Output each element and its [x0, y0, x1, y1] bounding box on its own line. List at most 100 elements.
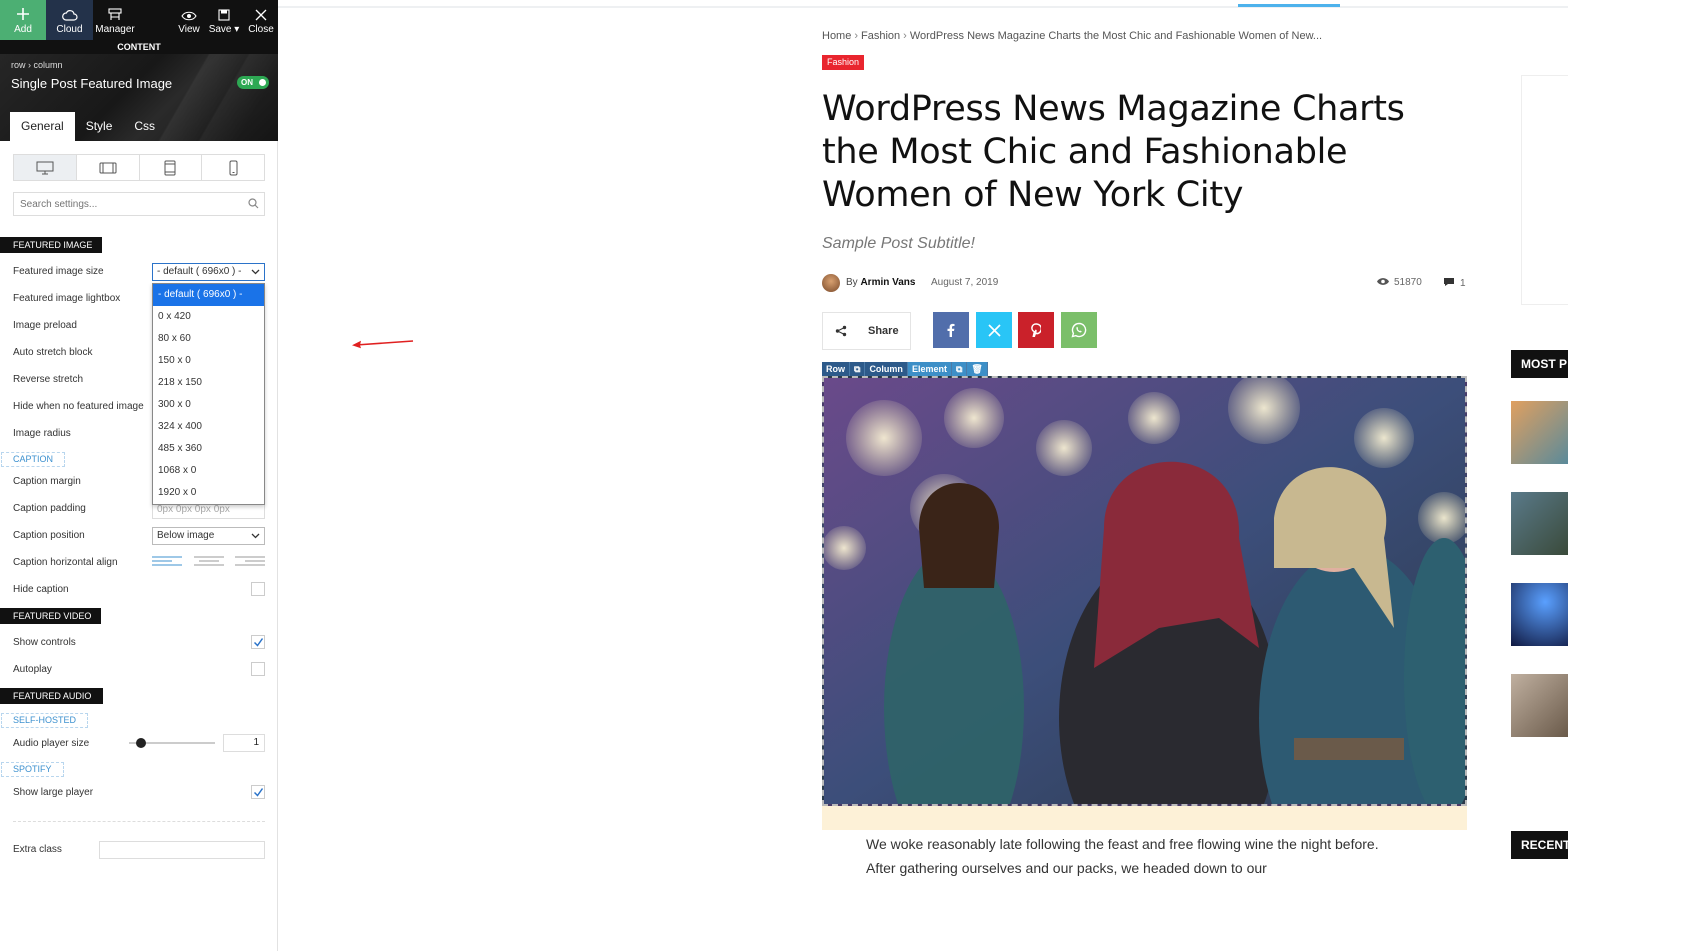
row-copy-icon[interactable]: ⧉	[850, 362, 866, 376]
share-box[interactable]: Share	[822, 312, 911, 350]
hide-no-featured-image-label: Hide when no featured image	[13, 401, 144, 412]
caption-position-label: Caption position	[13, 530, 85, 541]
align-right-icon[interactable]	[235, 556, 265, 568]
cloud-label: Cloud	[56, 24, 83, 35]
whatsapp-share-button[interactable]	[1061, 312, 1097, 348]
audio-size-input[interactable]: 1	[223, 734, 265, 752]
autoplay-checkbox[interactable]	[251, 662, 265, 676]
caption-position-value: Below image	[157, 530, 215, 541]
pinterest-share-button[interactable]	[1018, 312, 1054, 348]
settings-sidebar: Add Cloud Manager View Save ▾ Close CONT…	[0, 0, 278, 951]
element-breadcrumb[interactable]: row › column	[11, 60, 63, 70]
save-icon	[218, 9, 230, 21]
tab-general[interactable]: General	[10, 112, 75, 141]
breadcrumb-home[interactable]: Home	[822, 30, 851, 42]
size-option[interactable]: - default ( 696x0 ) -	[153, 284, 264, 306]
author-name[interactable]: Armin Vans	[860, 277, 915, 288]
popular-thumb[interactable]	[1511, 401, 1568, 464]
extra-class-label: Extra class	[13, 844, 62, 855]
featured-image-size-label: Featured image size	[13, 266, 104, 277]
toggle-knob	[259, 79, 266, 86]
popular-thumb[interactable]	[1511, 492, 1568, 555]
search-settings-input[interactable]	[13, 192, 265, 216]
view-count: 51870	[1376, 277, 1422, 288]
add-label: Add	[14, 24, 32, 35]
featured-image-heading: FEATURED IMAGE	[0, 237, 102, 253]
size-option[interactable]: 80 x 60	[153, 328, 264, 350]
category-badge[interactable]: Fashion	[822, 55, 865, 70]
autoplay-label: Autoplay	[13, 664, 52, 675]
hide-caption-checkbox[interactable]	[251, 582, 265, 596]
tab-style[interactable]: Style	[75, 112, 124, 141]
eye-icon	[1377, 278, 1389, 285]
show-controls-checkbox[interactable]	[251, 635, 265, 649]
size-option[interactable]: 1068 x 0	[153, 460, 264, 482]
toggle-label: ON	[241, 78, 253, 87]
caption-position-select[interactable]: Below image	[152, 527, 265, 545]
device-phone[interactable]	[202, 155, 264, 180]
x-share-button[interactable]	[976, 312, 1012, 348]
column-control[interactable]: Column	[865, 362, 908, 376]
breadcrumb-fashion[interactable]: Fashion	[861, 30, 900, 42]
device-desktop[interactable]	[14, 155, 77, 180]
popular-thumb[interactable]	[1511, 674, 1568, 737]
size-option[interactable]: 485 x 360	[153, 438, 264, 460]
row-control[interactable]: Row	[822, 362, 850, 376]
device-tablet-portrait[interactable]	[140, 155, 203, 180]
element-on-toggle[interactable]: ON	[237, 76, 269, 89]
add-button[interactable]: Add	[0, 0, 46, 40]
facebook-share-button[interactable]	[933, 312, 969, 348]
size-option[interactable]: 324 x 400	[153, 416, 264, 438]
close-label: Close	[248, 24, 274, 35]
desktop-icon	[36, 161, 54, 174]
size-option[interactable]: 150 x 0	[153, 350, 264, 372]
article-breadcrumb: Home › Fashion › WordPress News Magazine Cha…	[822, 30, 1322, 42]
view-button[interactable]: View	[175, 0, 203, 40]
share-label: Share	[868, 325, 899, 337]
content-section-label: CONTENT	[0, 40, 278, 54]
extra-class-input[interactable]	[99, 841, 265, 859]
size-option[interactable]: 0 x 420	[153, 306, 264, 328]
audio-player-size-label: Audio player size	[13, 738, 90, 749]
phone-icon	[229, 160, 238, 175]
manager-label: Manager	[95, 24, 135, 35]
device-tablet-landscape[interactable]	[77, 155, 140, 180]
size-option[interactable]: 218 x 150	[153, 372, 264, 394]
cloud-button[interactable]: Cloud	[46, 0, 93, 40]
element-control-bar: Row ⧉ Column Element ⧉ 🗑	[822, 362, 988, 376]
chevron-down-icon	[251, 269, 260, 275]
comment-count[interactable]: 1	[1443, 277, 1466, 289]
auto-stretch-label: Auto stretch block	[13, 347, 93, 358]
article-body: We woke reasonably late following the fe…	[866, 836, 1379, 876]
popular-thumb[interactable]	[1511, 583, 1568, 646]
tablet-landscape-icon	[99, 162, 117, 173]
recent-heading: RECENT	[1511, 831, 1568, 859]
party-photo-illustration	[824, 378, 1465, 804]
show-large-player-label: Show large player	[13, 787, 94, 798]
align-center-icon[interactable]	[194, 556, 224, 568]
most-popular-heading: MOST P	[1511, 350, 1568, 378]
featured-image-size-select[interactable]: - default ( 696x0 ) -	[152, 263, 265, 281]
featured-image[interactable]	[822, 376, 1467, 806]
size-option[interactable]: 1920 x 0	[153, 482, 264, 504]
breadcrumb-current: WordPress News Magazine Charts the Most …	[909, 30, 1323, 42]
size-option[interactable]: 300 x 0	[153, 394, 264, 416]
show-large-player-checkbox[interactable]	[251, 785, 265, 799]
element-copy-icon[interactable]: ⧉	[951, 362, 968, 376]
app: Add Cloud Manager View Save ▾ Close CONT…	[0, 0, 1694, 951]
audio-size-slider-handle[interactable]	[136, 738, 146, 748]
author-avatar[interactable]	[822, 274, 840, 292]
spotify-heading: SPOTIFY	[1, 762, 64, 777]
element-delete-icon[interactable]: 🗑	[967, 362, 988, 376]
article-subtitle: Sample Post Subtitle!	[822, 235, 975, 252]
caption-halign-label: Caption horizontal align	[13, 557, 118, 568]
element-control[interactable]: Element	[907, 362, 952, 376]
manager-button[interactable]: Manager	[93, 0, 137, 40]
tab-css[interactable]: Css	[123, 112, 166, 141]
red-arrow-icon	[352, 340, 414, 349]
canvas-top-border	[278, 6, 1568, 8]
save-button[interactable]: Save ▾	[205, 0, 243, 40]
close-button[interactable]: Close	[246, 0, 276, 40]
search-icon[interactable]	[248, 198, 259, 209]
align-left-icon[interactable]	[152, 556, 182, 568]
